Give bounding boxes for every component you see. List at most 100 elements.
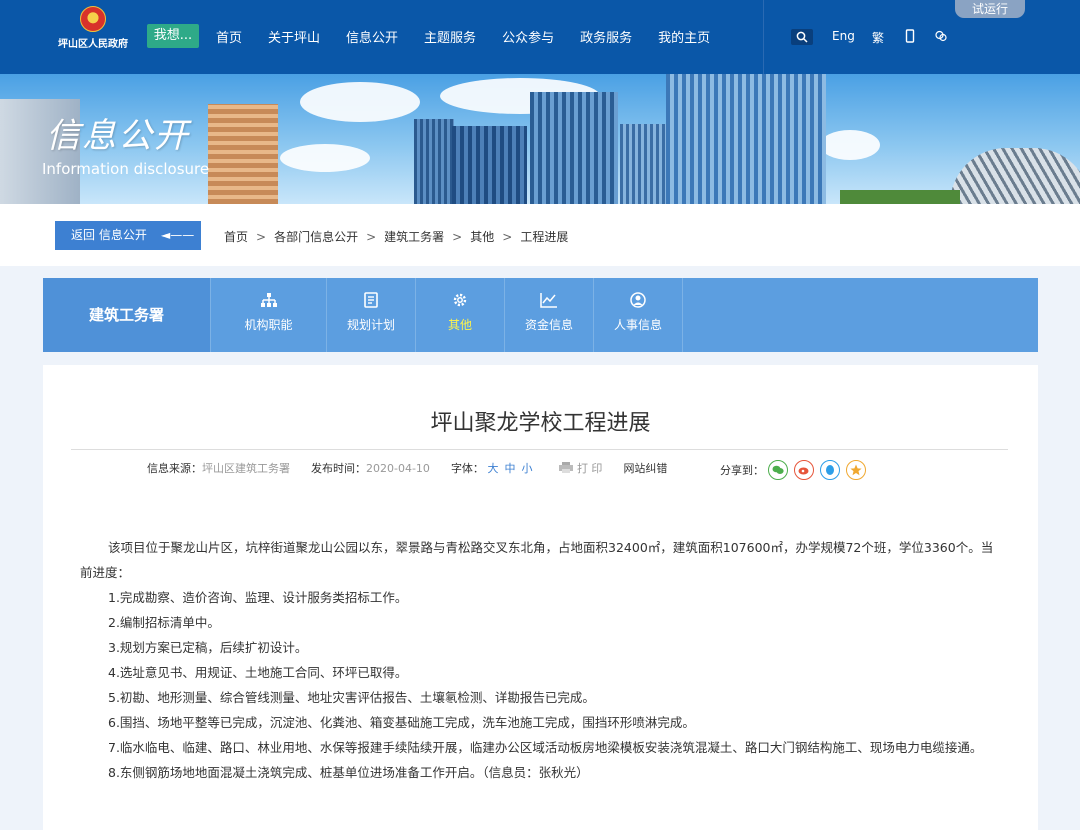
tab-org-functions[interactable]: 机构职能 <box>210 278 327 352</box>
tab-funds[interactable]: 资金信息 <box>505 278 594 352</box>
nav-item-services[interactable]: 主题服务 <box>424 27 476 46</box>
cloud-shape <box>300 82 420 122</box>
date-value: 2020-04-10 <box>366 462 430 475</box>
crumb-other[interactable]: 其他 <box>470 230 494 244</box>
title-divider <box>71 449 1008 450</box>
paragraph: 8.东侧钢筋场地地面混凝土浇筑完成、桩基单位进场准备工作开启。（信息员：张秋光） <box>108 765 589 780</box>
paragraph: 2.编制招标清单中。 <box>108 615 220 630</box>
font-size-medium[interactable]: 中 <box>504 462 515 475</box>
source-label: 信息来源： <box>147 462 202 475</box>
font-size-label: 字体： <box>450 462 484 475</box>
breadcrumb-bar: 返回 信息公开 ◄—— 首页 > 各部门信息公开 > 建筑工务署 > 其他 > 工程进展 <box>0 204 1080 266</box>
paragraph: 4.选址意见书、用规证、土地施工合同、环坪已取得。 <box>108 665 408 680</box>
main-nav: 首页 关于坪山 信息公开 主题服务 公众参与 政务服务 我的主页 <box>216 27 710 46</box>
nav-item-public[interactable]: 公众参与 <box>502 27 554 46</box>
department-tabs: 机构职能 规划计划 其他 资金信息 人事信息 <box>210 278 683 352</box>
crumb-dept[interactable]: 建筑工务署 <box>384 230 444 244</box>
person-icon <box>630 292 646 308</box>
share-bar: 分享到： <box>720 460 866 480</box>
nav-item-mypage[interactable]: 我的主页 <box>658 27 710 46</box>
tab-label: 规划计划 <box>346 318 395 332</box>
gear-icon <box>453 293 467 307</box>
paragraph: 5.初勘、地形测量、综合管线测量、地址灾害评估报告、土壤氡检测、详勘报告已完成。 <box>108 690 595 705</box>
paragraph: 1.完成勘察、造价咨询、监理、设计服务类招标工作。 <box>108 590 408 605</box>
building-shape <box>530 92 618 204</box>
crumb-separator: > <box>502 230 513 244</box>
site-logo[interactable]: 坪山区人民政府 <box>50 6 136 50</box>
source-value: 坪山区建筑工务署 <box>202 462 290 475</box>
department-name: 建筑工务署 <box>43 278 210 352</box>
tab-label: 人事信息 <box>613 318 662 332</box>
trees-shape <box>840 190 960 204</box>
nav-item-info[interactable]: 信息公开 <box>346 27 398 46</box>
breadcrumb: 首页 > 各部门信息公开 > 建筑工务署 > 其他 > 工程进展 <box>224 228 568 245</box>
star-icon <box>850 464 862 476</box>
crumb-separator: > <box>366 230 377 244</box>
qq-icon <box>826 465 834 475</box>
tab-personnel[interactable]: 人事信息 <box>594 278 683 352</box>
national-emblem-icon <box>80 6 106 32</box>
wechat-icon[interactable] <box>935 30 947 42</box>
crumb-home[interactable]: 首页 <box>224 230 248 244</box>
tab-label: 其他 <box>447 318 472 332</box>
share-weibo-button[interactable] <box>794 460 814 480</box>
crumb-current[interactable]: 工程进展 <box>520 230 568 244</box>
building-shape <box>208 104 278 204</box>
tab-plans[interactable]: 规划计划 <box>327 278 416 352</box>
crumb-departments[interactable]: 各部门信息公开 <box>274 230 358 244</box>
nav-item-home[interactable]: 首页 <box>216 27 242 46</box>
tab-label: 资金信息 <box>524 318 573 332</box>
paragraph: 该项目位于聚龙山片区，坑梓街道聚龙山公园以东，翠景路与青松路交叉东北角，占地面积… <box>80 540 994 580</box>
share-wechat-button[interactable] <box>768 460 788 480</box>
building-shape <box>620 124 666 204</box>
banner-title: 信息公开 <box>46 116 190 156</box>
building-shape <box>666 74 826 204</box>
mobile-icon[interactable] <box>905 29 915 43</box>
top-header: 坪山区人民政府 我想... 首页 关于坪山 信息公开 主题服务 公众参与 政务服… <box>0 0 1080 74</box>
report-error-link[interactable]: 网站纠错 <box>623 462 667 475</box>
logo-text: 坪山区人民政府 <box>58 39 128 50</box>
tab-other[interactable]: 其他 <box>416 278 505 352</box>
search-button[interactable] <box>791 29 813 45</box>
traditional-chinese-link[interactable]: 繁 <box>872 29 884 46</box>
building-shape <box>452 126 527 204</box>
article-meta: 信息来源：坪山区建筑工务署 发布时间：2020-04-10 字体： 大中小 打 … <box>147 460 667 476</box>
back-button[interactable]: 返回 信息公开 ◄—— <box>55 221 201 250</box>
org-chart-icon <box>260 293 277 307</box>
banner: 信息公开 Information disclosure <box>0 74 1080 204</box>
paragraph: 7.临水临电、临建、路口、林业用地、水保等报建手续陆续开展，临建办公区域活动板房… <box>108 740 983 755</box>
article-body: 该项目位于聚龙山片区，坑梓街道聚龙山公园以东，翠景路与青松路交叉东北角，占地面积… <box>80 535 1000 785</box>
crumb-separator: > <box>452 230 463 244</box>
nav-item-about[interactable]: 关于坪山 <box>268 27 320 46</box>
weibo-icon <box>798 467 809 475</box>
line-chart-icon <box>540 293 557 308</box>
back-arrow-icon: ◄—— <box>161 228 195 242</box>
article-title: 坪山聚龙学校工程进展 <box>430 411 651 436</box>
wish-button[interactable]: 我想... <box>147 24 199 48</box>
wechat-icon <box>772 465 784 474</box>
print-label: 打 印 <box>576 462 603 475</box>
share-qq-button[interactable] <box>820 460 840 480</box>
paragraph: 6.围挡、场地平整等已完成，沉淀池、化粪池、箱变基础施工完成，洗车池施工完成，围… <box>108 715 695 730</box>
cloud-shape <box>280 144 370 172</box>
stadium-shape <box>950 148 1080 204</box>
print-button[interactable]: 打 印 <box>559 462 606 475</box>
cloud-shape <box>820 130 880 160</box>
document-icon <box>364 292 378 308</box>
back-button-label: 返回 信息公开 <box>71 228 147 242</box>
date-label: 发布时间： <box>311 462 366 475</box>
nav-item-gov[interactable]: 政务服务 <box>580 27 632 46</box>
font-size-small[interactable]: 小 <box>521 462 532 475</box>
header-divider <box>763 0 764 74</box>
paragraph: 3.规划方案已定稿，后续扩初设计。 <box>108 640 308 655</box>
share-qzone-button[interactable] <box>846 460 866 480</box>
department-nav: 建筑工务署 机构职能 规划计划 其他 资金信息 人事信息 <box>43 278 1038 352</box>
tab-label: 机构职能 <box>244 318 293 332</box>
trial-badge: 试运行 <box>955 0 1025 18</box>
banner-subtitle: Information disclosure <box>42 160 210 178</box>
search-icon <box>796 31 808 43</box>
building-shape <box>414 119 454 204</box>
english-link[interactable]: Eng <box>832 29 855 43</box>
article-panel: 坪山聚龙学校工程进展 信息来源：坪山区建筑工务署 发布时间：2020-04-10… <box>43 365 1038 830</box>
font-size-large[interactable]: 大 <box>487 462 498 475</box>
